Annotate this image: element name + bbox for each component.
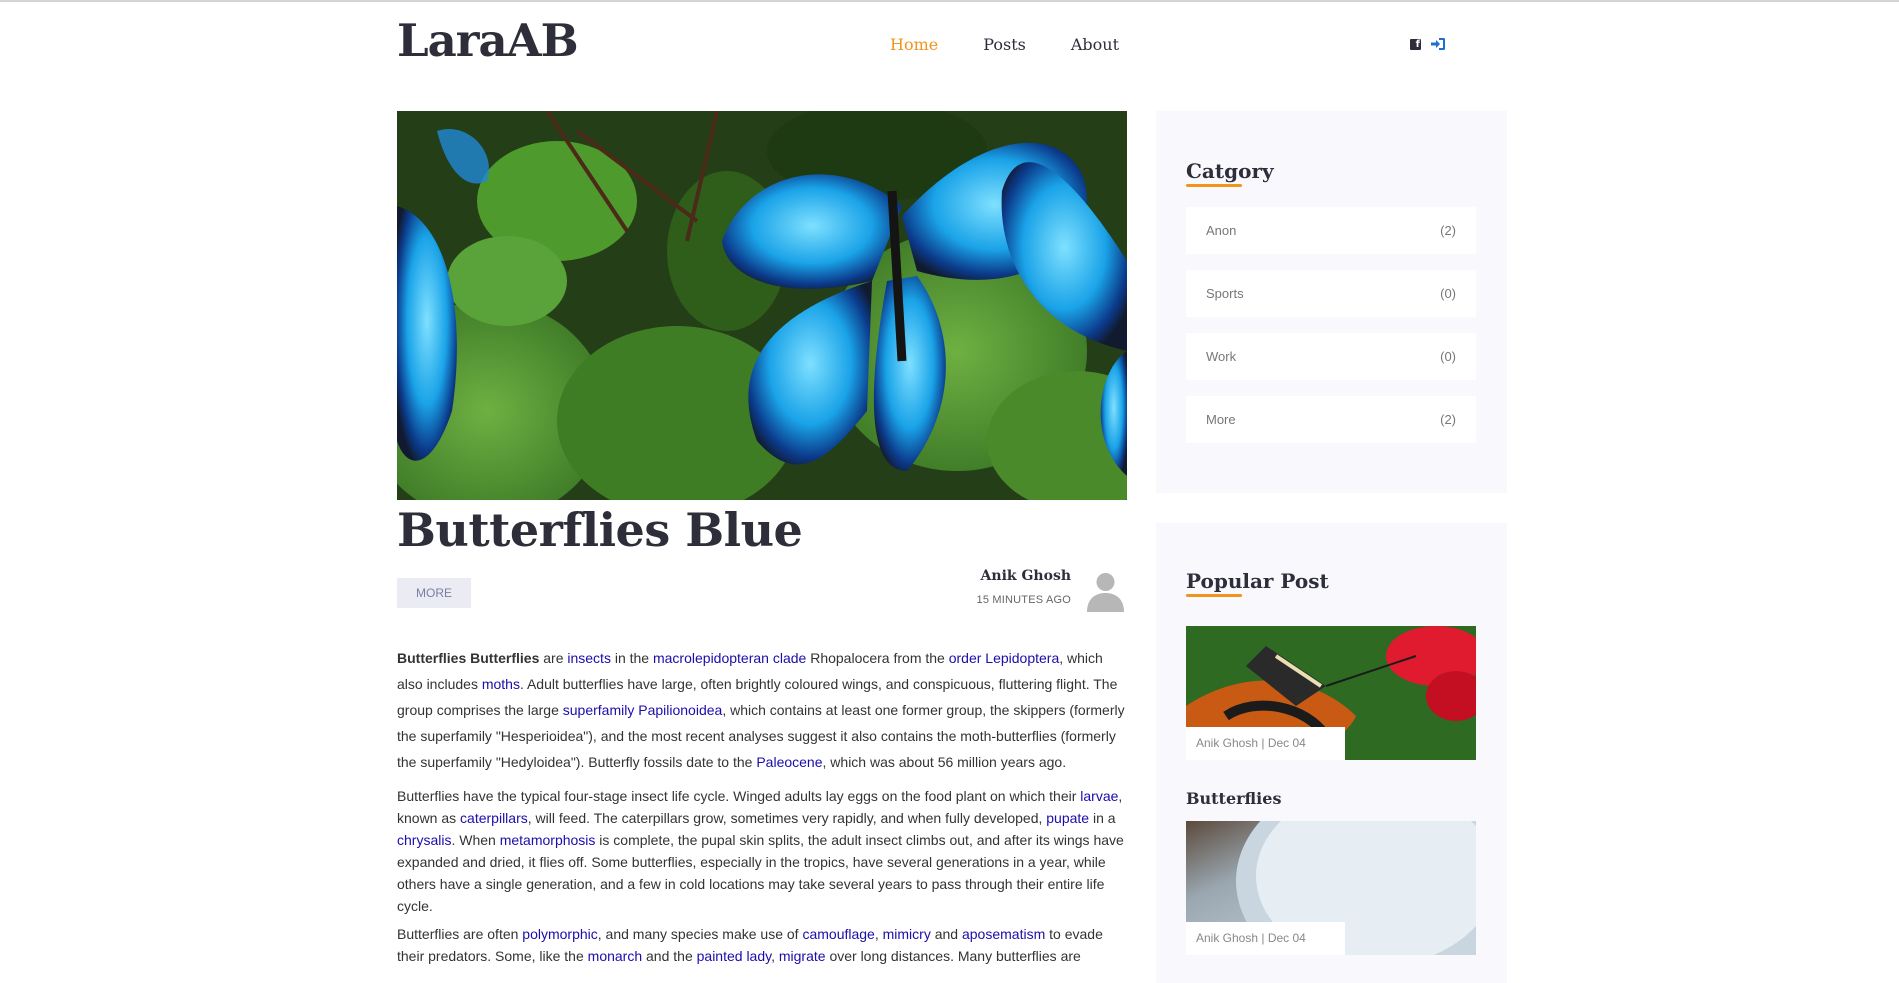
inline-link[interactable]: metamorphosis xyxy=(500,832,596,848)
hero-image xyxy=(397,111,1127,500)
category-name: Work xyxy=(1206,349,1237,364)
sign-in-icon[interactable] xyxy=(1431,38,1445,50)
inline-link[interactable]: larvae xyxy=(1080,788,1118,804)
inline-link[interactable]: moths xyxy=(482,676,520,692)
nav-posts[interactable]: Posts xyxy=(983,35,1026,54)
inline-link[interactable]: order Lepidoptera xyxy=(949,650,1060,666)
post-time: 15 MINUTES AGO xyxy=(976,594,1071,606)
inline-link[interactable]: pupate xyxy=(1046,810,1089,826)
post-tag[interactable]: MORE xyxy=(397,578,471,608)
popular-post-image-1[interactable]: Anik Ghosh | Dec 04 xyxy=(1186,626,1476,760)
category-count: (0) xyxy=(1440,286,1456,301)
popular-post-widget: Popular Post Anik Ghosh | Dec 04 Butterf… xyxy=(1156,523,1507,983)
category-widget: Catgory Anon (2) Sports (0) Work (0) Mor… xyxy=(1156,111,1507,493)
category-item-sports[interactable]: Sports (0) xyxy=(1186,270,1476,317)
inline-link[interactable]: mimicry xyxy=(883,926,931,942)
author-name[interactable]: Anik Ghosh xyxy=(977,568,1071,584)
inline-link[interactable]: caterpillars xyxy=(460,810,528,826)
inline-link[interactable]: aposematism xyxy=(962,926,1045,942)
post-paragraph-3: Butterflies are often polymorphic, and m… xyxy=(397,926,1103,964)
inline-link[interactable]: painted lady xyxy=(697,948,771,964)
nav-about[interactable]: About xyxy=(1071,35,1119,54)
category-name: Anon xyxy=(1206,223,1237,238)
inline-link[interactable]: superfamily Papilionoidea xyxy=(563,702,723,718)
popular-title: Popular Post xyxy=(1186,569,1329,597)
category-count: (2) xyxy=(1440,412,1456,427)
avatar[interactable] xyxy=(1084,568,1127,612)
category-name: More xyxy=(1206,412,1236,427)
post-paragraph-2: Butterflies have the typical four-stage … xyxy=(397,788,1124,914)
inline-link[interactable]: macrolepidopteran clade xyxy=(653,650,806,666)
inline-link[interactable]: monarch xyxy=(588,948,642,964)
facebook-icon[interactable]: f xyxy=(1410,38,1421,50)
popular-post-meta: Anik Ghosh | Dec 04 xyxy=(1186,922,1345,955)
main-nav: Home Posts About xyxy=(890,35,1119,54)
category-item-anon[interactable]: Anon (2) xyxy=(1186,207,1476,254)
post-paragraph-1: Butterflies Butterflies are insects in t… xyxy=(397,650,1125,770)
nav-home[interactable]: Home xyxy=(890,35,938,54)
inline-link[interactable]: camouflage xyxy=(802,926,874,942)
post-author: Anik Ghosh 15 MINUTES AGO xyxy=(977,568,1072,606)
post-body: Butterflies Butterflies are insects in t… xyxy=(397,645,1127,981)
bold-text: Butterflies Butterflies xyxy=(397,650,540,666)
inline-link[interactable]: Paleocene xyxy=(756,754,822,770)
top-border xyxy=(0,0,1899,2)
inline-link[interactable]: migrate xyxy=(779,948,826,964)
inline-link[interactable]: insects xyxy=(567,650,611,666)
popular-post-title[interactable]: Butterflies xyxy=(1186,789,1281,808)
category-item-work[interactable]: Work (0) xyxy=(1186,333,1476,380)
category-count: (2) xyxy=(1440,223,1456,238)
category-count: (0) xyxy=(1440,349,1456,364)
header-icons: f xyxy=(1410,38,1445,50)
inline-link[interactable]: chrysalis xyxy=(397,832,451,848)
category-name: Sports xyxy=(1206,286,1244,301)
popular-post-image-2[interactable]: Anik Ghosh | Dec 04 xyxy=(1186,821,1476,955)
site-logo[interactable]: LaraAB xyxy=(397,14,579,67)
category-title: Catgory xyxy=(1186,159,1274,187)
popular-post-meta: Anik Ghosh | Dec 04 xyxy=(1186,727,1345,760)
category-item-more[interactable]: More (2) xyxy=(1186,396,1476,443)
post-title: Butterflies Blue xyxy=(397,503,803,557)
inline-link[interactable]: polymorphic xyxy=(522,926,597,942)
